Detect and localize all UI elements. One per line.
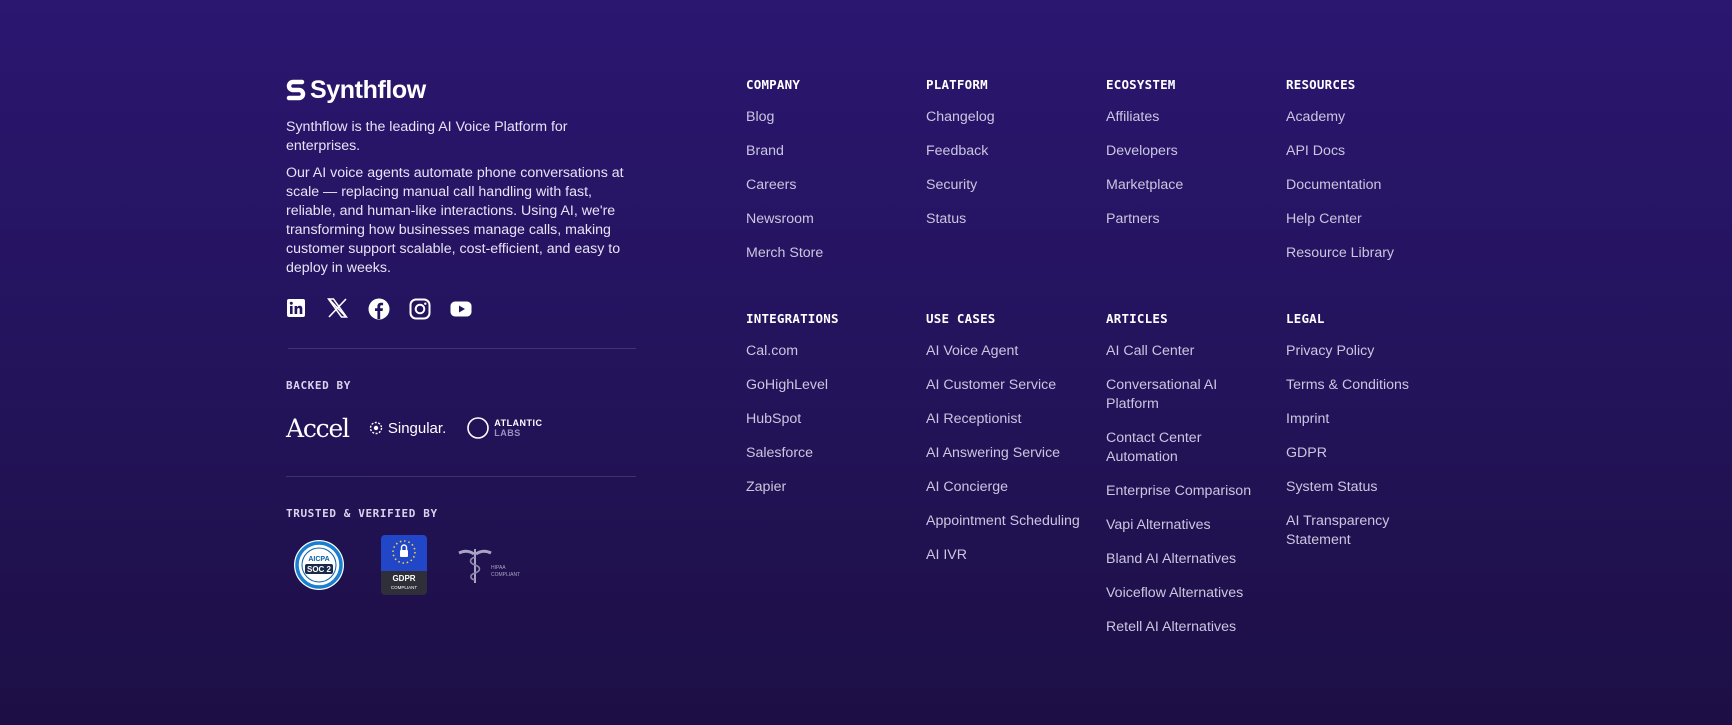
- footer-link[interactable]: Changelog: [926, 108, 1096, 127]
- footer-link[interactable]: Developers: [1106, 142, 1276, 161]
- synthflow-logo[interactable]: Synthflow: [286, 77, 636, 103]
- footer-column-use-cases: USE CASES AI Voice Agent AI Customer Ser…: [926, 311, 1096, 580]
- footer-column-articles: ARTICLES AI Call Center Conversational A…: [1106, 311, 1271, 652]
- hipaa-compliant-badge: HIPAA COMPLIANT: [458, 549, 520, 583]
- footer-column-company: COMPANY Blog Brand Careers Newsroom Merc…: [746, 77, 916, 278]
- footer-link[interactable]: HubSpot: [746, 410, 916, 429]
- footer-link[interactable]: Terms & Conditions: [1286, 376, 1456, 395]
- footer-column-ecosystem: ECOSYSTEM Affiliates Developers Marketpl…: [1106, 77, 1276, 244]
- instagram-icon[interactable]: [409, 298, 431, 320]
- hipaa-line1: HIPAA: [491, 565, 506, 571]
- column-title: USE CASES: [926, 311, 996, 326]
- compliance-badges: AICPA SOC 2 GDPR COMPLIANT HIPAA COMPLIA…: [286, 535, 636, 595]
- footer-link[interactable]: GoHighLevel: [746, 376, 916, 395]
- footer-link[interactable]: System Status: [1286, 478, 1456, 497]
- footer-link[interactable]: Merch Store: [746, 244, 916, 263]
- footer-link[interactable]: AI IVR: [926, 546, 1096, 565]
- footer-link[interactable]: Contact Center Automation: [1106, 429, 1246, 467]
- footer-link[interactable]: Help Center: [1286, 210, 1456, 229]
- footer-link[interactable]: Imprint: [1286, 410, 1456, 429]
- facebook-icon[interactable]: [368, 298, 390, 320]
- footer-link[interactable]: Conversational AI Platform: [1106, 376, 1256, 414]
- footer-link[interactable]: AI Customer Service: [926, 376, 1096, 395]
- divider: [286, 476, 636, 477]
- column-title: LEGAL: [1286, 311, 1325, 326]
- labs-word: LABS: [494, 428, 521, 438]
- gdpr-line1: GDPR: [392, 574, 415, 583]
- gdpr-line2: COMPLIANT: [391, 585, 418, 590]
- atlantic-labs-mark-icon: [467, 417, 490, 439]
- column-title: INTEGRATIONS: [746, 311, 839, 326]
- footer-brand-section: Synthflow Synthflow is the leading AI Vo…: [286, 77, 636, 595]
- footer-link[interactable]: Affiliates: [1106, 108, 1276, 127]
- footer-link[interactable]: AI Concierge: [926, 478, 1096, 497]
- x-icon[interactable]: [327, 298, 349, 320]
- singular-logo: Singular.: [369, 420, 446, 437]
- footer-link[interactable]: Vapi Alternatives: [1106, 516, 1271, 535]
- footer-link[interactable]: Enterprise Comparison: [1106, 482, 1271, 501]
- atlantic-word: ATLANTIC: [494, 418, 543, 428]
- column-title: PLATFORM: [926, 77, 988, 92]
- hipaa-line2: COMPLIANT: [491, 572, 520, 578]
- soc-line1: AICPA: [308, 556, 329, 563]
- atlantic-labs-logo: ATLANTIC LABS: [466, 416, 542, 440]
- footer-link[interactable]: Retell AI Alternatives: [1106, 618, 1271, 637]
- column-title: ARTICLES: [1106, 311, 1168, 326]
- singular-logo-text: Singular.: [387, 419, 447, 437]
- footer-link[interactable]: AI Transparency Statement: [1286, 512, 1416, 550]
- footer-link[interactable]: Status: [926, 210, 1096, 229]
- singular-mark-icon: [369, 421, 383, 435]
- footer-link[interactable]: Feedback: [926, 142, 1096, 161]
- footer-link[interactable]: AI Answering Service: [926, 444, 1096, 463]
- column-title: ECOSYSTEM: [1106, 77, 1176, 92]
- footer-link[interactable]: Documentation: [1286, 176, 1456, 195]
- footer-link[interactable]: Careers: [746, 176, 916, 195]
- footer-link[interactable]: Marketplace: [1106, 176, 1276, 195]
- footer-link[interactable]: Newsroom: [746, 210, 916, 229]
- footer-column-legal: LEGAL Privacy Policy Terms & Conditions …: [1286, 311, 1456, 565]
- synthflow-logo-text: Synthflow: [310, 76, 426, 104]
- column-title: RESOURCES: [1286, 77, 1356, 92]
- footer-link[interactable]: Voiceflow Alternatives: [1106, 584, 1271, 603]
- footer-link[interactable]: Salesforce: [746, 444, 916, 463]
- soc-line2: SOC 2: [307, 565, 332, 574]
- investor-logos: Accel Singular. ATLANTIC LABS: [286, 413, 636, 443]
- footer-column-platform: PLATFORM Changelog Feedback Security Sta…: [926, 77, 1096, 244]
- footer-link[interactable]: Brand: [746, 142, 916, 161]
- footer-link[interactable]: Privacy Policy: [1286, 342, 1456, 361]
- footer-link[interactable]: Blog: [746, 108, 916, 127]
- footer-link[interactable]: Security: [926, 176, 1096, 195]
- footer-link[interactable]: AI Receptionist: [926, 410, 1096, 429]
- divider: [288, 348, 636, 349]
- column-title: COMPANY: [746, 77, 801, 92]
- footer-link[interactable]: Appointment Scheduling: [926, 512, 1096, 531]
- footer-link[interactable]: Resource Library: [1286, 244, 1456, 263]
- footer-column-resources: RESOURCES Academy API Docs Documentation…: [1286, 77, 1456, 278]
- footer-link[interactable]: AI Voice Agent: [926, 342, 1096, 361]
- brand-tagline: Synthflow is the leading AI Voice Platfo…: [286, 119, 568, 154]
- youtube-icon[interactable]: [450, 298, 472, 320]
- footer-link[interactable]: Partners: [1106, 210, 1276, 229]
- brand-description: Our AI voice agents automate phone conve…: [286, 165, 624, 276]
- footer-link[interactable]: API Docs: [1286, 142, 1456, 161]
- footer-link[interactable]: Cal.com: [746, 342, 916, 361]
- backed-by-title: BACKED BY: [286, 379, 352, 392]
- footer-link[interactable]: AI Call Center: [1106, 342, 1271, 361]
- aicpa-soc2-badge: AICPA SOC 2: [294, 540, 344, 590]
- social-links: [286, 298, 636, 320]
- accel-logo: Accel: [286, 413, 350, 443]
- footer-link[interactable]: Bland AI Alternatives: [1106, 550, 1271, 569]
- footer-link[interactable]: Academy: [1286, 108, 1456, 127]
- trusted-verified-title: TRUSTED & VERIFIED BY: [286, 507, 438, 520]
- gdpr-compliant-badge: GDPR COMPLIANT: [381, 535, 427, 595]
- footer-column-integrations: INTEGRATIONS Cal.com GoHighLevel HubSpot…: [746, 311, 916, 512]
- synthflow-logo-icon: [286, 79, 306, 101]
- footer-link[interactable]: GDPR: [1286, 444, 1456, 463]
- linkedin-icon[interactable]: [286, 298, 308, 320]
- footer-link[interactable]: Zapier: [746, 478, 916, 497]
